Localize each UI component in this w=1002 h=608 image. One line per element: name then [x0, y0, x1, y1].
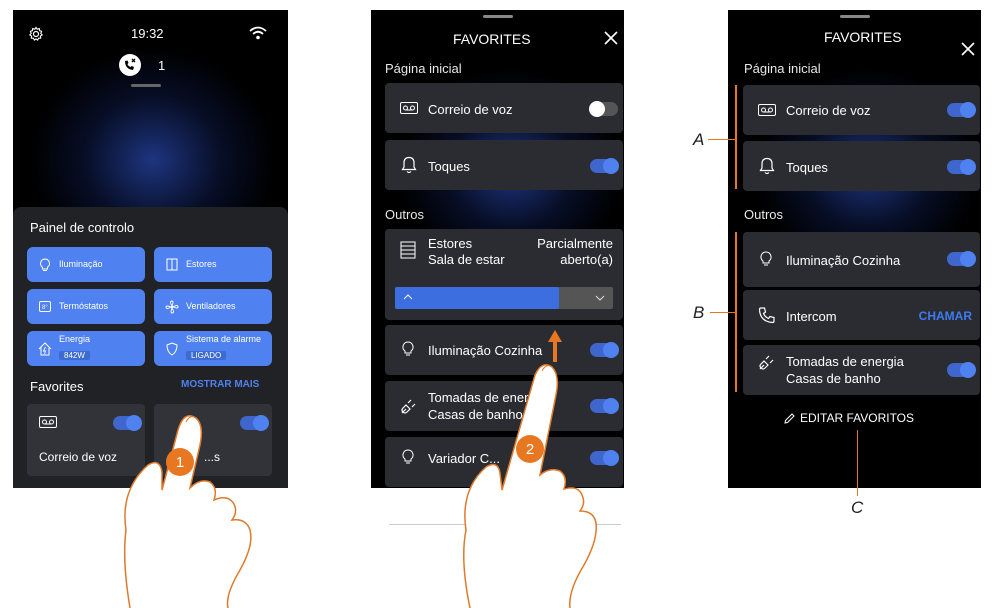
call-button[interactable]: CHAMAR — [919, 309, 972, 323]
alarm-button[interactable]: Sistema de alarme LIGADO — [154, 331, 272, 366]
pencil-icon — [784, 412, 795, 424]
callout-b-leader — [710, 312, 735, 313]
ringtones-toggle[interactable] — [590, 158, 619, 174]
callout-a-leader — [708, 139, 735, 140]
kitchen-light-row[interactable]: Iluminação Cozinha — [743, 232, 980, 287]
plug-icon — [401, 399, 416, 414]
close-icon[interactable] — [604, 31, 618, 45]
energy-house-icon — [35, 341, 55, 356]
callout-a: A — [693, 130, 705, 149]
energy-value: 842W — [59, 351, 90, 360]
step-1-badge: 1 — [166, 448, 194, 476]
ringtones-label: Toques — [428, 159, 470, 174]
home-section-title: Página inicial — [385, 61, 462, 76]
svg-text:8°: 8° — [42, 305, 48, 311]
pull-handle[interactable] — [483, 15, 513, 18]
shutter-name: Estores — [428, 236, 473, 251]
edit-favorites-label: EDITAR FAVORITOS — [800, 411, 915, 425]
shutter-row[interactable]: Estores Sala de estar Parcialmente abert… — [385, 229, 623, 320]
missed-call-icon[interactable] — [119, 54, 141, 76]
favorites-title: Favorites — [30, 379, 84, 394]
ringtones-toggle[interactable] — [947, 159, 976, 175]
power-sockets-room: Casas de banho — [786, 371, 881, 386]
lightbulb-icon — [402, 341, 414, 356]
chevron-down-icon[interactable] — [595, 295, 605, 301]
callout-c-leader — [857, 430, 858, 496]
pull-handle[interactable] — [840, 15, 870, 18]
lighting-label: Iluminação — [59, 259, 103, 269]
power-sockets-label: Tomadas de energia — [786, 354, 904, 369]
thermostats-button[interactable]: 8° Termóstatos — [27, 289, 145, 324]
favorites-title: FAVORITES — [453, 31, 531, 47]
intercom-row[interactable]: Intercom CHAMAR — [743, 290, 980, 340]
shutters-button[interactable]: Estores — [154, 247, 272, 282]
gear-icon[interactable] — [28, 26, 44, 42]
lightbulb-icon — [402, 449, 414, 464]
callout-c: C — [851, 498, 864, 517]
pull-handle[interactable] — [131, 84, 161, 87]
voicemail-icon — [39, 416, 57, 428]
bell-icon — [759, 157, 775, 175]
voicemail-icon — [758, 104, 776, 116]
shutter-icon — [162, 258, 182, 271]
bell-icon — [401, 156, 417, 174]
shutter-status-line1: Parcialmente — [537, 236, 613, 251]
energy-button[interactable]: Energia 842W — [27, 331, 145, 366]
ringtones-row[interactable]: Toques — [743, 141, 980, 191]
panel-title: Painel de controlo — [30, 220, 135, 235]
kitchen-light-label: Iluminação Cozinha — [786, 253, 901, 268]
home-section-title: Página inicial — [744, 61, 821, 76]
shutter-slider-fill — [395, 287, 559, 309]
ringtones-row[interactable]: Toques — [385, 140, 623, 190]
favorites-screen-annotated: FAVORITES Página inicial Correio de voz … — [728, 10, 981, 488]
fans-button[interactable]: Ventiladores — [154, 289, 272, 324]
voicemail-label: Correio de voz — [428, 102, 513, 117]
lightbulb-icon — [760, 251, 772, 266]
callout-a-bracket — [735, 85, 737, 189]
thermostats-label: Termóstatos — [59, 301, 109, 311]
close-icon[interactable] — [961, 42, 975, 56]
thermostat-icon: 8° — [35, 301, 55, 312]
shutters-label: Estores — [186, 259, 217, 269]
voicemail-toggle[interactable] — [947, 102, 976, 118]
edit-favorites-button[interactable]: EDITAR FAVORITOS — [784, 411, 914, 425]
hand-pointer-icon — [123, 415, 252, 608]
ringtones-label: Toques — [786, 160, 828, 175]
alarm-label: Sistema de alarme — [186, 334, 262, 344]
favorites-title: FAVORITES — [824, 29, 902, 45]
other-section-title: Outros — [744, 207, 784, 222]
shutter-icon — [400, 241, 416, 259]
intercom-label: Intercom — [786, 309, 837, 324]
energy-label: Energia — [59, 334, 91, 344]
phone-icon — [758, 307, 775, 324]
lightbulb-icon — [35, 257, 55, 272]
other-section-title: Outros — [385, 207, 425, 222]
shutter-slider[interactable] — [395, 287, 613, 309]
power-sockets-toggle[interactable] — [947, 362, 976, 378]
callout-b-bracket — [735, 232, 737, 392]
callout-b: B — [693, 303, 705, 322]
lighting-button[interactable]: Iluminação — [27, 247, 145, 282]
voicemail-toggle[interactable] — [589, 101, 618, 117]
hand-pointer-icon — [463, 364, 597, 608]
fans-label: Ventiladores — [186, 301, 236, 311]
step-2-badge: 2 — [516, 435, 544, 463]
missed-call-count: 1 — [158, 58, 166, 73]
shield-icon — [162, 341, 182, 356]
voicemail-row[interactable]: Correio de voz — [385, 83, 623, 133]
shutter-room: Sala de estar — [428, 252, 505, 267]
chevron-up-icon[interactable] — [403, 294, 413, 300]
power-sockets-row[interactable]: Tomadas de energia Casas de banho — [743, 345, 980, 395]
plug-icon — [759, 355, 774, 370]
fan-icon — [162, 300, 182, 314]
status-time: 19:32 — [131, 26, 164, 41]
alarm-status: LIGADO — [186, 351, 227, 360]
shutter-status-line2: aberto(a) — [560, 252, 613, 267]
kitchen-light-toggle[interactable] — [947, 251, 976, 267]
voicemail-row[interactable]: Correio de voz — [743, 85, 980, 135]
voicemail-label: Correio de voz — [786, 103, 871, 118]
wifi-icon — [249, 26, 267, 40]
voicemail-icon — [400, 102, 418, 114]
